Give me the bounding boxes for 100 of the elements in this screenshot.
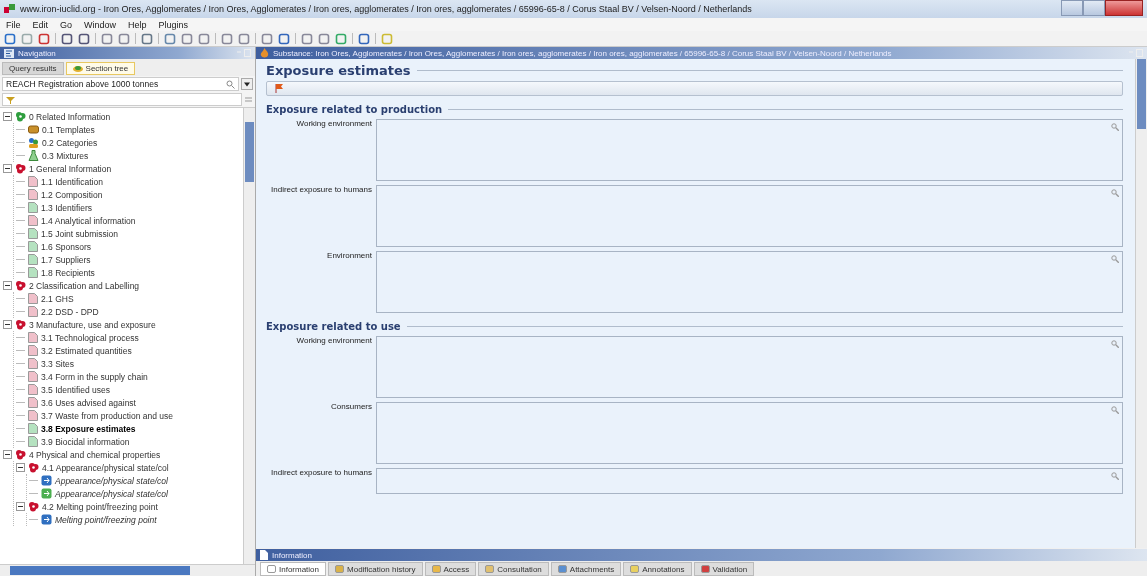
tree-item[interactable]: 0 Related Information [29, 111, 111, 122]
text-area[interactable] [376, 185, 1123, 247]
dropdown-icon[interactable] [241, 78, 253, 90]
search-icon[interactable] [1111, 189, 1119, 197]
tree-item[interactable]: 3.8 Exposure estimates [41, 423, 136, 434]
tab[interactable]: Information [260, 562, 327, 576]
scrollbar[interactable] [0, 564, 255, 576]
toolbar-icon[interactable] [118, 32, 130, 45]
tree-item[interactable]: 1 General Information [29, 163, 112, 174]
toolbar-icon[interactable] [358, 32, 370, 45]
tab[interactable]: Consultation [478, 562, 549, 576]
search-icon[interactable] [1111, 123, 1119, 131]
collapse-icon[interactable] [3, 450, 12, 459]
search-icon[interactable] [1111, 406, 1119, 414]
tab[interactable]: Validation [693, 562, 755, 576]
menu-item[interactable]: Edit [32, 19, 49, 30]
menu-item[interactable]: Help [128, 19, 147, 30]
flag-icon[interactable] [275, 84, 283, 93]
tab[interactable]: Modification history [328, 562, 423, 576]
tree-item[interactable]: 2.1 GHS [41, 293, 74, 304]
tree-item[interactable]: 3.1 Technological process [41, 332, 139, 343]
text-area[interactable] [376, 251, 1123, 313]
tree-item[interactable]: 1.2 Composition [41, 189, 103, 200]
tree-item[interactable]: 3.2 Estimated quantities [41, 345, 132, 356]
tree-item[interactable]: 3.3 Sites [41, 358, 75, 369]
tab[interactable]: Annotations [623, 562, 692, 576]
tree-item[interactable]: 3.5 Identified uses [41, 384, 110, 395]
collapse-icon[interactable] [16, 502, 25, 511]
tree-item[interactable]: 2 Classification and Labelling [29, 280, 140, 291]
filter-field[interactable] [2, 93, 242, 106]
toolbar-icon[interactable] [101, 32, 113, 45]
text-area[interactable] [376, 468, 1123, 494]
toolbar-icon[interactable] [261, 32, 273, 45]
tree-icon [72, 64, 83, 73]
tree-item[interactable]: 0.1 Templates [42, 124, 95, 135]
toolbar-icon[interactable] [38, 32, 50, 45]
tab-icon [700, 565, 710, 573]
stack-icon [28, 124, 39, 135]
toolbar-icon[interactable] [181, 32, 193, 45]
collapse-icon[interactable] [16, 463, 25, 472]
toolbar-icon[interactable] [4, 32, 16, 45]
tree-item[interactable]: 0.2 Categories [42, 137, 98, 148]
toolbar-icon[interactable] [221, 32, 233, 45]
toolbar-icon[interactable] [238, 32, 250, 45]
text-area[interactable] [376, 336, 1123, 398]
tab[interactable]: Section tree [65, 62, 136, 75]
scrollbar[interactable] [243, 108, 255, 564]
toolbar-icon[interactable] [301, 32, 313, 45]
tab[interactable]: Query results [2, 62, 64, 75]
toolbar-icon[interactable] [335, 32, 347, 45]
collapse-icon[interactable] [3, 164, 12, 173]
menu-item[interactable]: Plugins [158, 19, 189, 30]
collapse-icon[interactable] [3, 320, 12, 329]
scrollbar[interactable] [1135, 59, 1147, 548]
tree-item[interactable]: 1.7 Suppliers [41, 254, 91, 265]
tree-item[interactable]: Appearance/physical state/col [55, 475, 168, 486]
toolbar-icon[interactable] [78, 32, 90, 45]
menu-item[interactable]: Window [84, 19, 117, 30]
tree-item[interactable]: 3.6 Uses advised against [41, 397, 136, 408]
collapse-icon[interactable] [3, 112, 12, 121]
tree-item[interactable]: 4 Physical and chemical properties [29, 449, 161, 460]
tree-item[interactable]: 3.7 Waste from production and use [41, 410, 173, 421]
editor-title: Substance: Iron Ores, Agglomerates / Iron Ores, Agglomerates / Iron ores, agglomerates / Iron ores, agglomerates / 65996-65-8 / Corus Staal BV / Velsen-Noord / Netherlands [273, 48, 893, 58]
tree-item[interactable]: 1.4 Analytical information [41, 215, 136, 226]
tab[interactable]: Access [424, 562, 477, 576]
toolbar-icon[interactable] [61, 32, 73, 45]
toolbar-icon[interactable] [318, 32, 330, 45]
collapse-icon[interactable] [3, 281, 12, 290]
tab[interactable]: Attachments [550, 562, 622, 576]
text-area[interactable] [376, 402, 1123, 464]
tree-item[interactable]: 1.5 Joint submission [41, 228, 118, 239]
tab-icon [557, 565, 567, 573]
tree-item[interactable]: 1.1 Identification [41, 176, 103, 187]
tree-item[interactable]: Melting point/freezing point [55, 514, 157, 525]
search-icon [226, 79, 235, 89]
toolbar-icon[interactable] [278, 32, 290, 45]
tree-item[interactable]: 1.3 Identifiers [41, 202, 93, 213]
template-field[interactable]: REACH Registration above 1000 tonnes [2, 77, 239, 91]
toolbar-icon[interactable] [164, 32, 176, 45]
menu-item[interactable]: Go [60, 19, 73, 30]
toolbar-icon[interactable] [198, 32, 210, 45]
field-label: Indirect exposure to humans [270, 185, 372, 196]
search-icon[interactable] [1111, 472, 1119, 480]
tree-item[interactable]: 4.1 Appearance/physical state/col [42, 462, 169, 473]
text-area[interactable] [376, 119, 1123, 181]
tree-item[interactable]: 3.9 Biocidal information [41, 436, 130, 447]
tree-item[interactable]: 3 Manufacture, use and exposure [29, 319, 156, 330]
window-controls[interactable] [1061, 0, 1143, 14]
search-icon[interactable] [1111, 340, 1119, 348]
tree-item[interactable]: 1.6 Sponsors [41, 241, 92, 252]
tree-item[interactable]: 3.4 Form in the supply chain [41, 371, 148, 382]
menu-item[interactable]: File [6, 19, 21, 30]
tree-item[interactable]: Appearance/physical state/col [55, 488, 168, 499]
tab-icon [267, 565, 276, 573]
tree-item[interactable]: 4.2 Melting point/freezing point [42, 501, 158, 512]
tree-item[interactable]: 1.8 Recipients [41, 267, 95, 278]
tree-item[interactable]: 0.3 Mixtures [42, 150, 89, 161]
search-icon[interactable] [1111, 255, 1119, 263]
toolbar-icon[interactable] [141, 32, 153, 45]
tree-item[interactable]: 2.2 DSD - DPD [41, 306, 99, 317]
